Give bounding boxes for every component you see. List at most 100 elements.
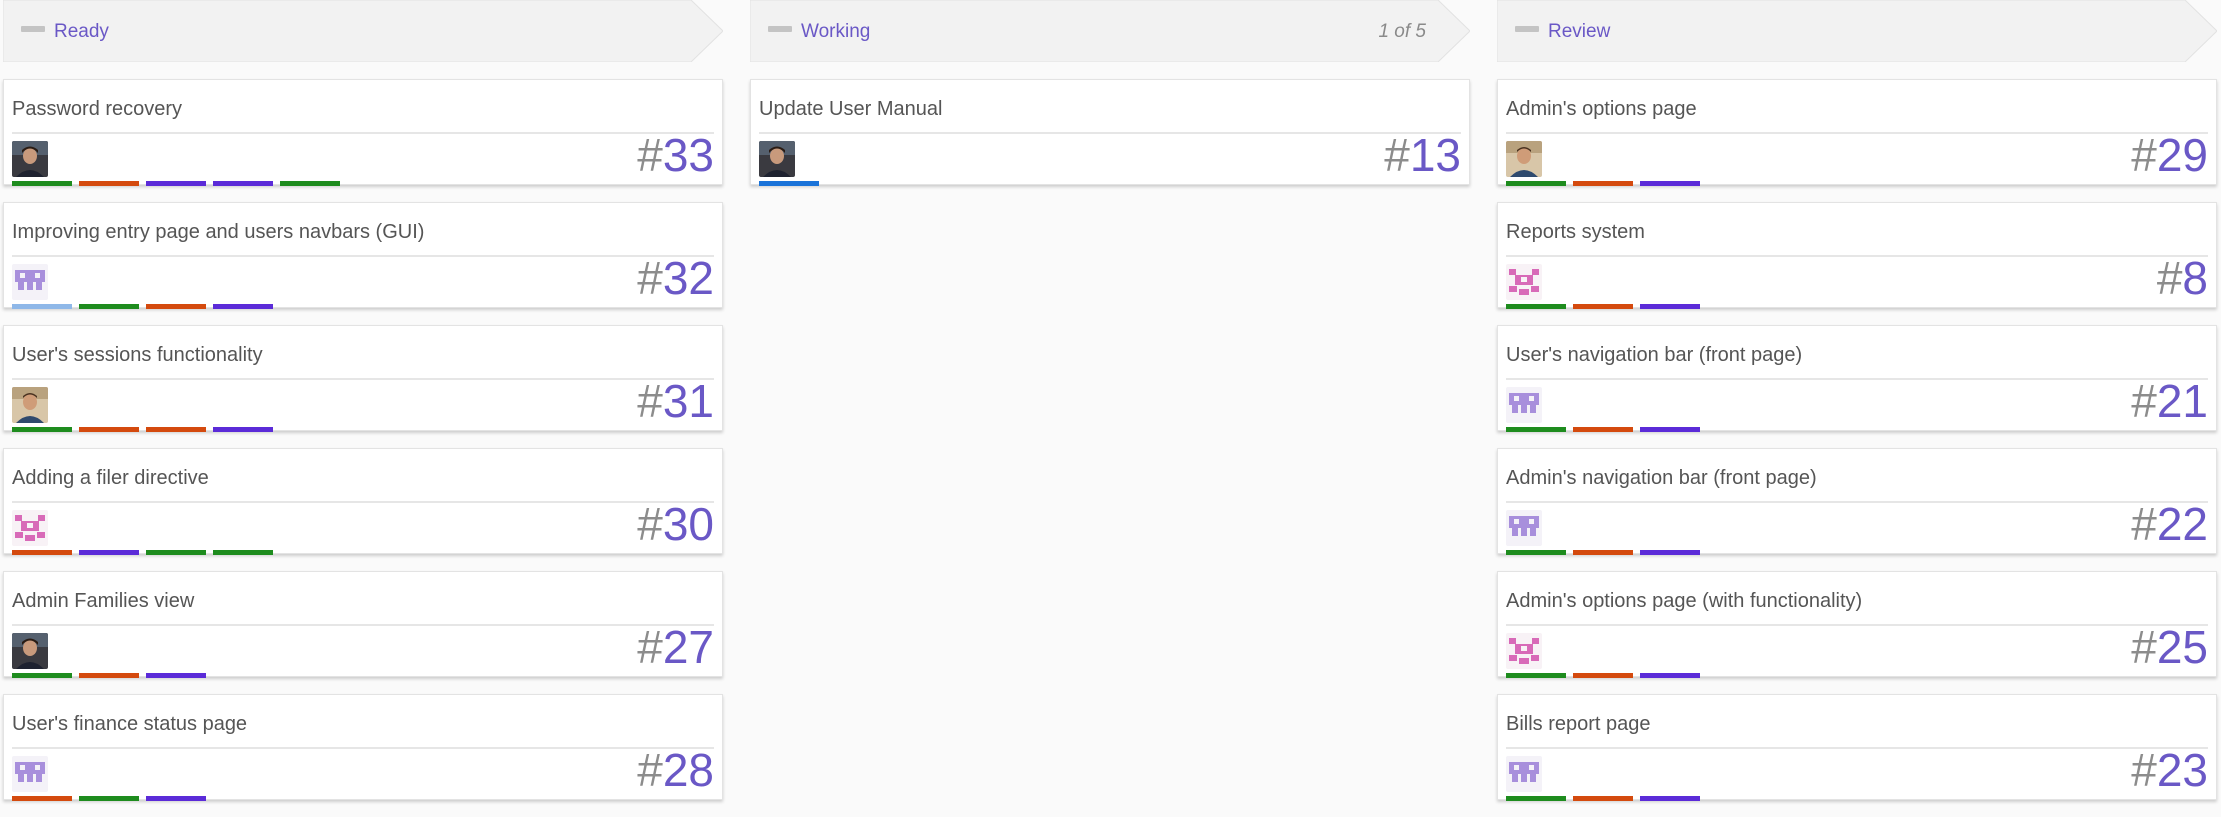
assignee-avatar[interactable] (1506, 510, 1542, 546)
label-purple[interactable] (1640, 181, 1700, 186)
label-purple[interactable] (213, 427, 273, 432)
collapse-icon[interactable] (768, 26, 792, 32)
task-card[interactable]: Admin Families view #27 (3, 571, 723, 678)
assignee-avatar[interactable] (1506, 387, 1542, 423)
card-number[interactable]: #23 (2131, 747, 2208, 793)
label-purple[interactable] (146, 181, 206, 186)
card-title[interactable]: Update User Manual (759, 98, 942, 121)
label-green[interactable] (280, 181, 340, 186)
label-green[interactable] (1506, 796, 1566, 801)
column-header[interactable]: Working 1 of 5 (750, 0, 1470, 62)
label-green[interactable] (1506, 304, 1566, 309)
card-number[interactable]: #22 (2131, 501, 2208, 547)
label-green[interactable] (146, 550, 206, 555)
card-number[interactable]: #13 (1384, 132, 1461, 178)
card-number[interactable]: #27 (637, 624, 714, 670)
label-orange[interactable] (146, 304, 206, 309)
label-orange[interactable] (1573, 550, 1633, 555)
task-card[interactable]: Bills report page #23 (1497, 694, 2217, 801)
column-header[interactable]: Review (1497, 0, 2217, 62)
card-number[interactable]: #28 (637, 747, 714, 793)
label-purple[interactable] (1640, 550, 1700, 555)
label-purple[interactable] (1640, 673, 1700, 678)
assignee-avatar[interactable] (1506, 141, 1542, 177)
label-orange[interactable] (1573, 181, 1633, 186)
label-purple[interactable] (1640, 304, 1700, 309)
card-number[interactable]: #21 (2131, 378, 2208, 424)
label-blue[interactable] (759, 181, 819, 186)
label-orange[interactable] (12, 796, 72, 801)
label-purple[interactable] (1640, 796, 1700, 801)
label-orange[interactable] (79, 181, 139, 186)
task-card[interactable]: Update User Manual #13 (750, 79, 1470, 186)
label-green[interactable] (12, 427, 72, 432)
label-green[interactable] (213, 550, 273, 555)
label-orange[interactable] (12, 550, 72, 555)
task-card[interactable]: Adding a filer directive #30 (3, 448, 723, 555)
assignee-avatar[interactable] (1506, 264, 1542, 300)
label-green[interactable] (1506, 427, 1566, 432)
column-header[interactable]: Ready (3, 0, 723, 62)
label-green[interactable] (1506, 550, 1566, 555)
card-title[interactable]: User's finance status page (12, 713, 247, 736)
card-title[interactable]: User's navigation bar (front page) (1506, 344, 1802, 367)
card-title[interactable]: Adding a filer directive (12, 467, 209, 490)
task-card[interactable]: User's finance status page #28 (3, 694, 723, 801)
task-card[interactable]: User's sessions functionality #31 (3, 325, 723, 432)
card-title[interactable]: Password recovery (12, 98, 182, 121)
label-orange[interactable] (1573, 427, 1633, 432)
task-card[interactable]: Password recovery #33 (3, 79, 723, 186)
card-number[interactable]: #8 (2157, 255, 2208, 301)
label-orange[interactable] (1573, 796, 1633, 801)
card-title[interactable]: Admin Families view (12, 590, 194, 613)
assignee-avatar[interactable] (12, 387, 48, 423)
task-card[interactable]: User's navigation bar (front page) #21 (1497, 325, 2217, 432)
label-lightblue[interactable] (12, 304, 72, 309)
card-number[interactable]: #31 (637, 378, 714, 424)
assignee-avatar[interactable] (759, 141, 795, 177)
label-green[interactable] (79, 304, 139, 309)
card-title[interactable]: Admin's navigation bar (front page) (1506, 467, 1817, 490)
card-title[interactable]: Admin's options page (with functionality… (1506, 590, 1862, 613)
label-purple[interactable] (146, 673, 206, 678)
card-number[interactable]: #29 (2131, 132, 2208, 178)
label-purple[interactable] (1640, 427, 1700, 432)
card-number[interactable]: #32 (637, 255, 714, 301)
assignee-avatar[interactable] (12, 756, 48, 792)
assignee-avatar[interactable] (12, 510, 48, 546)
assignee-avatar[interactable] (1506, 756, 1542, 792)
assignee-avatar[interactable] (12, 633, 48, 669)
label-orange[interactable] (79, 427, 139, 432)
collapse-icon[interactable] (1515, 26, 1539, 32)
card-title[interactable]: Improving entry page and users navbars (… (12, 221, 424, 244)
label-purple[interactable] (79, 550, 139, 555)
label-purple[interactable] (213, 181, 273, 186)
card-number[interactable]: #33 (637, 132, 714, 178)
card-number[interactable]: #30 (637, 501, 714, 547)
label-green[interactable] (1506, 181, 1566, 186)
task-card[interactable]: Admin's navigation bar (front page) #22 (1497, 448, 2217, 555)
assignee-avatar[interactable] (12, 264, 48, 300)
label-green[interactable] (1506, 673, 1566, 678)
card-title[interactable]: User's sessions functionality (12, 344, 263, 367)
label-orange[interactable] (146, 427, 206, 432)
task-card[interactable]: Improving entry page and users navbars (… (3, 202, 723, 309)
label-orange[interactable] (79, 673, 139, 678)
label-orange[interactable] (1573, 673, 1633, 678)
task-card[interactable]: Admin's options page (with functionality… (1497, 571, 2217, 678)
card-title[interactable]: Reports system (1506, 221, 1645, 244)
label-orange[interactable] (1573, 304, 1633, 309)
card-title[interactable]: Admin's options page (1506, 98, 1697, 121)
label-green[interactable] (12, 181, 72, 186)
label-purple[interactable] (213, 304, 273, 309)
assignee-avatar[interactable] (12, 141, 48, 177)
collapse-icon[interactable] (21, 26, 45, 32)
label-purple[interactable] (146, 796, 206, 801)
task-card[interactable]: Reports system #8 (1497, 202, 2217, 309)
card-title[interactable]: Bills report page (1506, 713, 1651, 736)
card-number[interactable]: #25 (2131, 624, 2208, 670)
label-green[interactable] (12, 673, 72, 678)
task-card[interactable]: Admin's options page #29 (1497, 79, 2217, 186)
assignee-avatar[interactable] (1506, 633, 1542, 669)
label-green[interactable] (79, 796, 139, 801)
